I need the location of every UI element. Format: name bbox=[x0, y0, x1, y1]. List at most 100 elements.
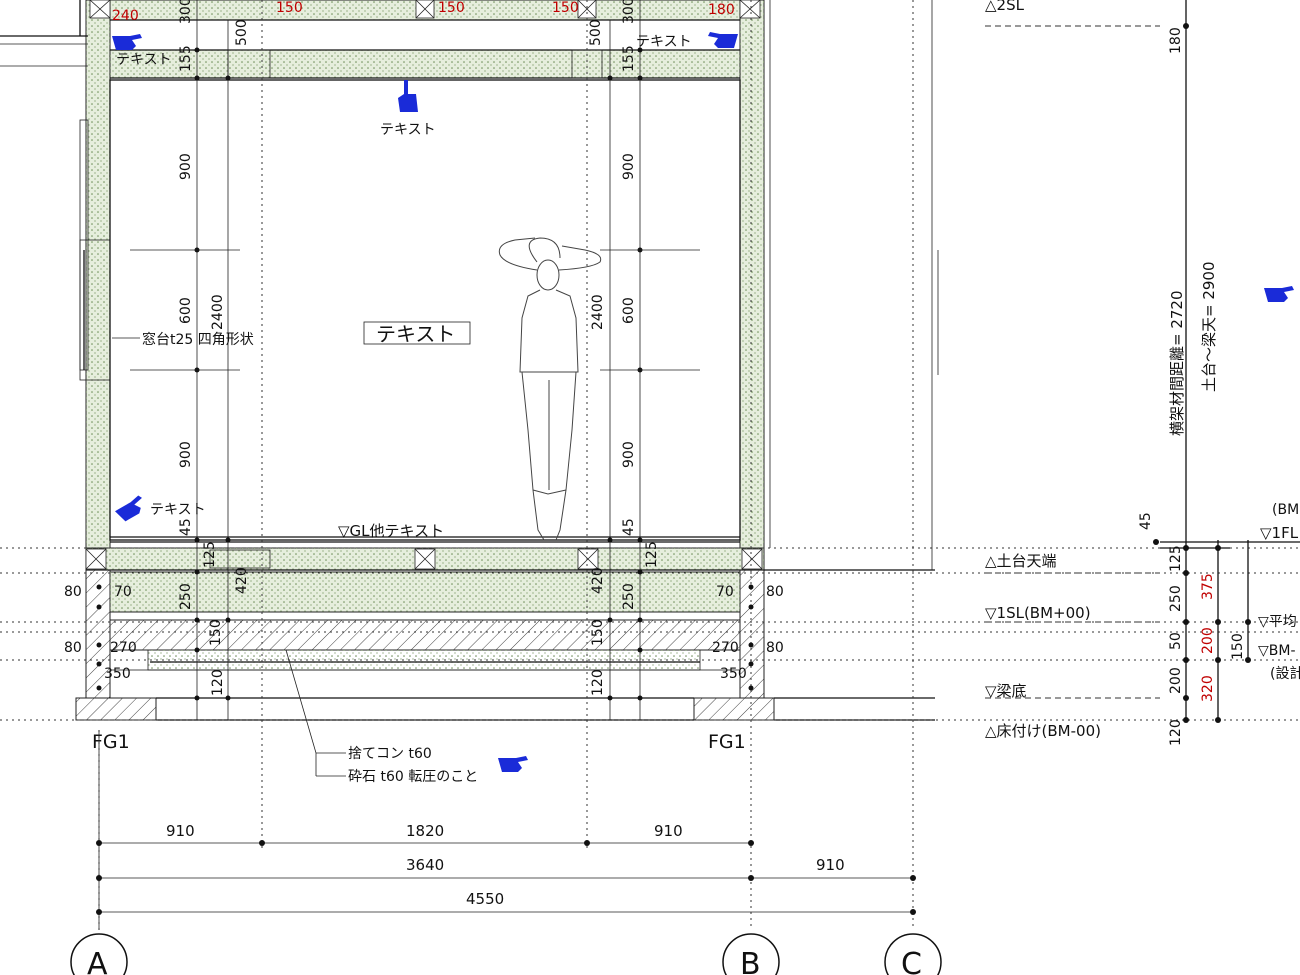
dim-left-900a: 900 bbox=[178, 153, 194, 180]
dim-left-250: 250 bbox=[178, 583, 194, 610]
dim-lv-120: 120 bbox=[1168, 719, 1184, 746]
axis-label-a: A bbox=[87, 947, 108, 975]
left-wall bbox=[0, 0, 111, 549]
dim-bottom-910b: 910 bbox=[654, 822, 683, 840]
dim-top-150a: 150 bbox=[276, 0, 303, 16]
level-bm-plus: (BM+ bbox=[1272, 502, 1300, 518]
dim-right-2400: 2400 bbox=[590, 294, 606, 330]
label-text-top-right: テキスト bbox=[636, 34, 692, 50]
pointing-hand-icon bbox=[112, 34, 142, 50]
guide-lines bbox=[0, 0, 1300, 930]
dim-bottom-3640: 3640 bbox=[406, 856, 444, 874]
dim-side-r70: 70 bbox=[716, 584, 734, 600]
foundation bbox=[75, 569, 935, 721]
level-sill-top: △土台天端 bbox=[985, 552, 1057, 570]
label-text-ceiling: テキスト bbox=[380, 122, 436, 138]
dim-lv-200: 200 bbox=[1168, 667, 1184, 694]
dim-left-420: 420 bbox=[234, 567, 250, 594]
dim-lv-50: 50 bbox=[1168, 632, 1184, 650]
grid-axis-c: C bbox=[884, 933, 942, 975]
grid-axis-b: B bbox=[722, 933, 780, 975]
level-1fl: ▽1FL bbox=[1260, 524, 1299, 542]
dim-left-150: 150 bbox=[208, 619, 224, 646]
dim-right-500: 500 bbox=[588, 19, 604, 46]
floor-sill bbox=[85, 547, 765, 571]
dim-lv-375: 375 bbox=[1200, 573, 1216, 600]
dim-right-300: 300 bbox=[621, 0, 637, 24]
dim-left-45: 45 bbox=[178, 518, 194, 536]
dim-bottom-910a: 910 bbox=[166, 822, 195, 840]
label-text-center: テキスト bbox=[376, 322, 455, 346]
dim-lv-150: 150 bbox=[1230, 633, 1246, 660]
dim-bottom-4550: 4550 bbox=[466, 890, 504, 908]
level-flat: ▽平均 bbox=[1258, 614, 1297, 630]
axis-label-c: C bbox=[901, 947, 922, 975]
label-fg1-right: FG1 bbox=[708, 731, 746, 753]
pointing-hand-icon bbox=[708, 32, 738, 48]
grid-axis-a: A bbox=[70, 933, 128, 975]
dim-side-l80b: 80 bbox=[64, 640, 82, 656]
dim-side-r80b: 80 bbox=[766, 640, 784, 656]
dim-right-155: 155 bbox=[621, 45, 637, 72]
label-text-lower-left: テキスト bbox=[150, 502, 206, 518]
dim-side-l70: 70 bbox=[114, 584, 132, 600]
dim-lv-250: 250 bbox=[1168, 585, 1184, 612]
label-text-top-left: テキスト bbox=[116, 52, 172, 68]
label-gl-floor: ▽GL他テキスト bbox=[338, 522, 444, 540]
pointing-hand-icon bbox=[398, 80, 418, 112]
dim-side-l350: 350 bbox=[104, 666, 131, 682]
dim-side-r350: 350 bbox=[720, 666, 747, 682]
dim-lv-45: 45 bbox=[1138, 512, 1154, 530]
dim-left-125: 125 bbox=[202, 541, 218, 568]
pointing-hand-icon bbox=[115, 495, 142, 522]
dim-left-900b: 900 bbox=[178, 441, 194, 468]
vertical-sill-to-beam: 土台～梁天= 2900 bbox=[1200, 261, 1218, 392]
dim-right-120: 120 bbox=[590, 669, 606, 696]
level-design: (設計 bbox=[1270, 666, 1300, 682]
dim-right-900b: 900 bbox=[621, 441, 637, 468]
dim-side-l270: 270 bbox=[110, 640, 137, 656]
dim-left-600: 600 bbox=[178, 297, 194, 324]
dim-lv-320: 320 bbox=[1200, 675, 1216, 702]
dim-top-180: 180 bbox=[708, 2, 735, 18]
label-gravel: 砕石 t60 転圧のこと bbox=[348, 769, 478, 785]
dim-left-500: 500 bbox=[234, 19, 250, 46]
pointing-hand-icon bbox=[1264, 286, 1294, 302]
dim-top-150c: 150 bbox=[552, 0, 579, 16]
dim-right-600: 600 bbox=[621, 297, 637, 324]
pointing-hand-icon bbox=[498, 756, 528, 772]
dim-lv-180: 180 bbox=[1168, 27, 1184, 54]
dim-left-120: 120 bbox=[210, 669, 226, 696]
dim-lv-125: 125 bbox=[1168, 545, 1184, 572]
dim-side-r270: 270 bbox=[712, 640, 739, 656]
dim-top-150b: 150 bbox=[438, 0, 465, 16]
vertical-frame-distance: 横架材間距離= 2720 bbox=[1168, 290, 1186, 436]
dim-side-l80a: 80 bbox=[64, 584, 82, 600]
dim-lv-200-red: 200 bbox=[1200, 627, 1216, 654]
level-2sl: △2SL bbox=[985, 0, 1025, 14]
dim-right-420: 420 bbox=[590, 567, 606, 594]
dim-right-150: 150 bbox=[590, 619, 606, 646]
level-beam-bottom: ▽梁底 bbox=[985, 682, 1027, 700]
room-interior bbox=[109, 79, 741, 543]
dim-top-240: 240 bbox=[112, 8, 139, 24]
dim-bottom-910c: 910 bbox=[816, 856, 845, 874]
elevation-section-drawing: 240 150 150 150 180 300 155 500 900 600 … bbox=[0, 0, 1300, 975]
dim-right-125: 125 bbox=[644, 541, 660, 568]
dim-side-r80a: 80 bbox=[766, 584, 784, 600]
label-fg1-left: FG1 bbox=[92, 731, 130, 753]
dim-left-155: 155 bbox=[178, 45, 194, 72]
dim-left-300: 300 bbox=[178, 0, 194, 24]
dim-bottom-1820: 1820 bbox=[406, 822, 444, 840]
dim-right-45: 45 bbox=[621, 518, 637, 536]
dim-right-900a: 900 bbox=[621, 153, 637, 180]
axis-label-b: B bbox=[740, 947, 761, 975]
dim-left-2400: 2400 bbox=[210, 294, 226, 330]
level-1sl: ▽1SL(BM+00) bbox=[985, 604, 1091, 622]
human-figure bbox=[498, 237, 602, 541]
label-concrete: 捨てコン t60 bbox=[348, 745, 432, 762]
level-bm-minus: ▽BM- bbox=[1258, 643, 1296, 659]
right-wall bbox=[739, 0, 771, 549]
dim-right-250: 250 bbox=[621, 583, 637, 610]
level-floor: △床付け(BM-00) bbox=[985, 722, 1101, 740]
